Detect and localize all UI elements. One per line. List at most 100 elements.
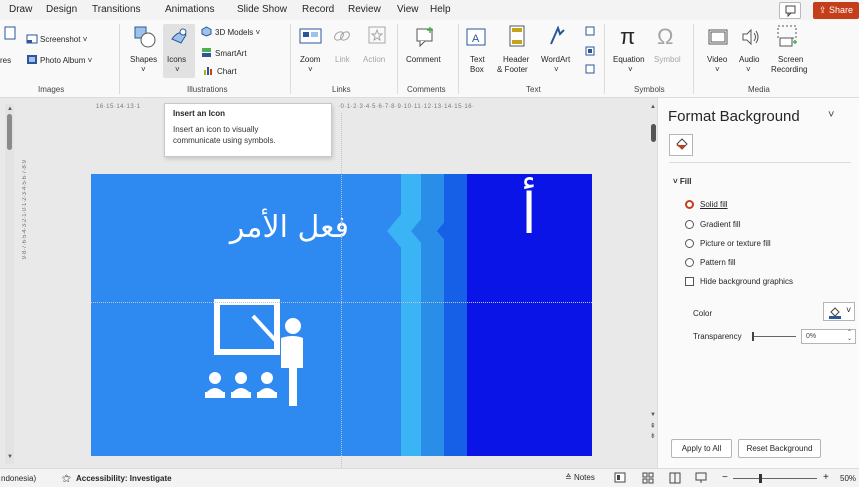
transparency-label: Transparency <box>693 332 742 341</box>
zoom-slider[interactable] <box>733 474 817 483</box>
svg-text:A: A <box>472 33 480 45</box>
hide-background-graphics-option[interactable]: Hide background graphics <box>685 277 793 286</box>
left-scrollbar[interactable]: ▲ ▼ <box>5 104 14 464</box>
transparency-slider[interactable] <box>752 332 796 341</box>
zoom-level[interactable]: 50% <box>840 474 856 483</box>
radio-solid-fill[interactable] <box>685 200 694 209</box>
language-status[interactable]: ndonesia) <box>1 474 36 483</box>
screen-recording-label-1[interactable]: Screen <box>778 55 803 65</box>
icons-button[interactable]: Icons ˅ <box>163 24 195 78</box>
share-button[interactable]: ⇪ Share <box>813 2 859 19</box>
transparency-input[interactable]: 0% ⌃ ⌄ <box>801 329 856 344</box>
comment-button[interactable]: Comment <box>406 55 441 65</box>
vertical-ruler: 9·8·7·6·5·4·3·2·1·0·1·2·3·4·5·6·7·8·9 <box>22 160 31 450</box>
equation-button[interactable]: Equation <box>613 55 645 65</box>
tab-animations[interactable]: Animations <box>165 4 214 15</box>
shapes-button[interactable]: Shapes <box>130 55 157 65</box>
comments-button[interactable] <box>779 2 801 19</box>
scrollbar-thumb[interactable] <box>7 114 12 150</box>
chart-button[interactable]: Chart <box>217 67 237 77</box>
video-icon <box>708 29 728 45</box>
tooltip-body-line1: Insert an icon to visually <box>173 125 259 134</box>
symbol-button[interactable]: Symbol <box>654 55 681 65</box>
tab-transitions[interactable]: Transitions <box>92 4 141 15</box>
scrollbar-thumb[interactable] <box>651 124 656 142</box>
reset-background-button[interactable]: Reset Background <box>738 439 821 458</box>
scroll-up-icon[interactable]: ▲ <box>650 104 656 110</box>
scroll-down-icon[interactable]: ▼ <box>7 454 13 460</box>
smartart-button[interactable]: SmartArt <box>215 49 247 59</box>
scroll-down-icon[interactable]: ▼ <box>650 412 656 418</box>
spinner-icon[interactable]: ⌃ ⌄ <box>847 330 852 342</box>
slide-sorter-icon[interactable] <box>642 472 654 484</box>
header-footer-label-1[interactable]: Header <box>503 55 529 65</box>
ruler-vertical-text: 9·8·7·6·5·4·3·2·1·0·1·2·3·4·5·6·7·8·9 <box>22 160 28 260</box>
scroll-up-icon[interactable]: ▲ <box>7 106 13 112</box>
tab-slide-show[interactable]: Slide Show <box>237 4 287 15</box>
apply-to-all-button[interactable]: Apply to All <box>671 439 732 458</box>
equation-dropdown-icon[interactable]: ˅ <box>628 65 633 75</box>
video-button[interactable]: Video <box>707 55 727 65</box>
screenshot-button[interactable]: Screenshot ˅ <box>40 35 87 45</box>
accessibility-status[interactable]: Accessibility: Investigate <box>76 474 172 483</box>
picture-fill-label: Picture or texture fill <box>700 239 771 248</box>
radio-pattern-fill[interactable] <box>685 258 694 267</box>
photo-album-button[interactable]: Photo Album ˅ <box>40 56 92 66</box>
pane-options-chevron-icon[interactable]: ˅ <box>828 109 834 121</box>
3d-models-button[interactable]: 3D Models ˅ <box>215 28 260 38</box>
pictures-icon <box>4 26 16 40</box>
zoom-slider-thumb[interactable] <box>759 474 762 483</box>
normal-view-icon[interactable] <box>614 472 626 484</box>
link-button[interactable]: Link <box>335 55 350 65</box>
radio-picture-fill[interactable] <box>685 239 694 248</box>
slide-letter[interactable]: أ <box>509 182 549 262</box>
zoom-dropdown-icon[interactable]: ˅ <box>308 65 313 75</box>
video-dropdown-icon[interactable]: ˅ <box>715 65 720 75</box>
tab-draw[interactable]: Draw <box>9 4 32 15</box>
zoom-out-icon[interactable]: − <box>722 472 728 483</box>
tab-record[interactable]: Record <box>302 4 334 15</box>
text-box-label-2[interactable]: Box <box>470 65 484 75</box>
smartart-icon <box>202 48 211 57</box>
pictures-button[interactable]: res <box>0 56 11 66</box>
transparency-slider-thumb[interactable] <box>752 332 754 341</box>
text-box-label-1[interactable]: Text <box>470 55 485 65</box>
pattern-fill-option[interactable]: Pattern fill <box>685 258 736 267</box>
radio-gradient-fill[interactable] <box>685 220 694 229</box>
pane-title: Format Background <box>668 108 800 125</box>
symbol-icon: Ω <box>657 24 674 49</box>
tab-help[interactable]: Help <box>430 4 451 15</box>
accessibility-icon: ⚝ <box>62 473 71 483</box>
gradient-fill-option[interactable]: Gradient fill <box>685 220 740 229</box>
wordart-dropdown-icon[interactable]: ˅ <box>554 65 559 75</box>
screen-recording-label-2[interactable]: Recording <box>771 65 807 75</box>
tab-design[interactable]: Design <box>46 4 77 15</box>
tab-review[interactable]: Review <box>348 4 381 15</box>
color-picker-button[interactable]: ˅ <box>823 302 855 321</box>
previous-slide-icon[interactable]: ⇞ <box>650 422 656 430</box>
tab-view[interactable]: View <box>397 4 419 15</box>
picture-texture-fill-option[interactable]: Picture or texture fill <box>685 239 771 248</box>
fill-tab-button[interactable] <box>669 134 693 156</box>
reading-view-icon[interactable] <box>669 472 681 484</box>
notes-button[interactable]: ≙ Notes <box>565 473 595 482</box>
solid-fill-option[interactable]: Solid fill <box>685 200 728 209</box>
pane-divider <box>669 162 851 163</box>
next-slide-icon[interactable]: ⇟ <box>650 432 656 440</box>
audio-button[interactable]: Audio <box>739 55 759 65</box>
teacher-classroom-icon[interactable] <box>201 296 321 416</box>
group-label-illustrations: Illustrations <box>187 85 228 94</box>
ribbon-separator <box>693 24 694 94</box>
slide-title[interactable]: فعل الأمر <box>179 210 349 260</box>
fill-section-header[interactable]: ˅ Fill <box>673 177 691 186</box>
audio-dropdown-icon[interactable]: ˅ <box>746 65 751 75</box>
hide-bg-checkbox[interactable] <box>685 277 694 286</box>
header-footer-label-2[interactable]: & Footer <box>497 65 528 75</box>
zoom-in-icon[interactable]: + <box>823 472 829 483</box>
action-button[interactable]: Action <box>363 55 385 65</box>
slide-show-icon[interactable] <box>695 472 707 484</box>
hide-bg-label: Hide background graphics <box>700 277 793 286</box>
wordart-button[interactable]: WordArt <box>541 55 570 65</box>
zoom-button[interactable]: Zoom <box>300 55 320 65</box>
shapes-dropdown-icon[interactable]: ˅ <box>141 65 146 75</box>
